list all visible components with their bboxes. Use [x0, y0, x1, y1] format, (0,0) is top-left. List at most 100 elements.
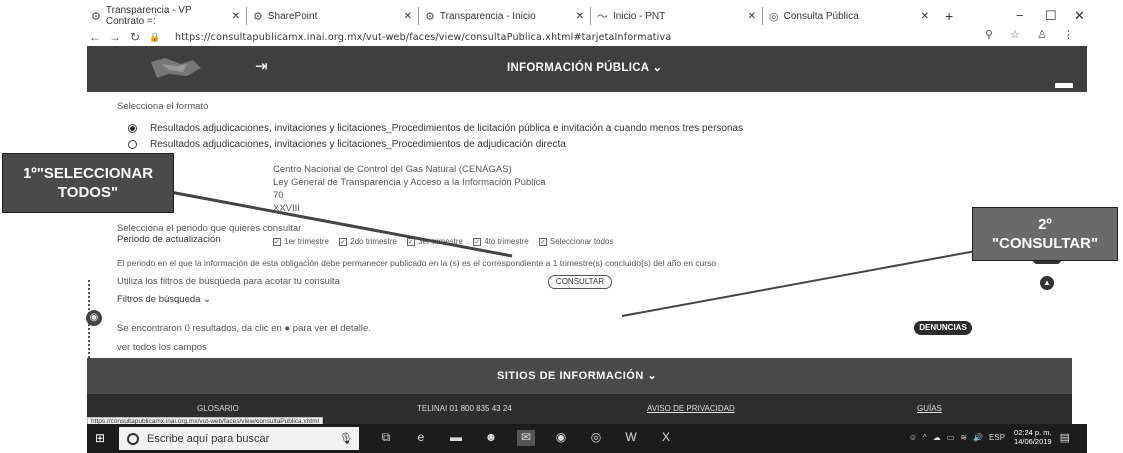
close-icon[interactable]: ✕ — [398, 11, 412, 22]
people-tray-icon[interactable]: ☺ — [909, 433, 917, 442]
forward-icon[interactable]: → — [105, 30, 125, 44]
outlook-icon[interactable]: ✉ — [517, 430, 535, 446]
period-4[interactable]: ✓ 4to trimestre — [473, 237, 529, 246]
radio-licitacion-label[interactable]: Resultados adjudicaciones, invitaciones … — [150, 123, 743, 134]
close-icon[interactable]: ✕ — [742, 11, 756, 22]
callout-step-2-line2: "CONSULTAR" — [991, 235, 1099, 252]
see-all-fields-link[interactable]: ver todos los campos — [117, 342, 207, 353]
clock[interactable]: 02:24 p. m. 14/06/2019 — [1014, 428, 1052, 446]
task-view-icon[interactable]: ⧉ — [377, 430, 395, 446]
maximize-icon[interactable]: ☐ — [1045, 8, 1057, 24]
checkbox-checked-icon: ✓ — [339, 237, 348, 246]
format-label: Selecciona el formato — [117, 101, 209, 112]
checkbox-checked-icon: ✓ — [407, 237, 416, 246]
wifi-icon[interactable]: ≋ — [960, 433, 967, 442]
clock-time: 02:24 p. m. — [1014, 428, 1052, 437]
telinai-text: TELINAI 01 800 835 43 24 — [417, 404, 512, 413]
language-indicator[interactable]: ESP — [989, 433, 1005, 442]
tab-sharepoint[interactable]: ⚙ SharePoint ✕ — [247, 7, 419, 25]
period-3[interactable]: ✓ 3er trimestre — [407, 237, 463, 246]
chevron-up-icon[interactable]: ^ — [923, 433, 927, 442]
media-icon[interactable]: ◉ — [552, 430, 570, 446]
back-icon[interactable]: ← — [85, 30, 105, 44]
period-label-all: Seleccionar todos — [549, 237, 614, 246]
callout-step-2: 2º "CONSULTAR" — [972, 207, 1118, 261]
tab-consulta-publica[interactable]: ◎ Consulta Pública ✕ — [763, 7, 935, 25]
site-header: ⇥ INFORMACIÓN PÚBLICA ⌄ — [87, 46, 1087, 92]
windows-start-icon[interactable]: ⊞ — [95, 431, 109, 445]
close-icon[interactable]: ✕ — [226, 11, 240, 22]
sitios-informacion-menu[interactable]: SITIOS DE INFORMACIÓN ⌄ — [497, 369, 657, 382]
period-label: Periodo de actualización — [117, 234, 221, 245]
fraccion: XXVIII — [273, 203, 300, 214]
filters-hint: Utiliza los filtros de búsqueda para aco… — [117, 276, 340, 287]
sitios-band: SITIOS DE INFORMACIÓN ⌄ — [87, 358, 1072, 394]
aviso-privacidad-link[interactable]: AVISO DE PRIVACIDAD — [647, 404, 735, 413]
star-icon[interactable]: ☆ — [1010, 28, 1020, 41]
excel-icon[interactable]: X — [657, 430, 675, 446]
close-icon[interactable]: ✕ — [915, 11, 929, 22]
login-icon[interactable]: ⇥ — [255, 57, 275, 77]
battery-icon[interactable]: ▭ — [947, 433, 955, 442]
period-prompt: Selecciona el periodo que quieres consul… — [117, 223, 302, 234]
cortana-icon — [127, 432, 139, 445]
period-label-1: 1er trimestre — [284, 237, 329, 246]
tab-transparencia-vp[interactable]: ⚙ Transparencia - VP Contrato =: ✕ — [85, 5, 247, 27]
callout-step-1-line2: TODOS" — [57, 184, 119, 201]
filters-toggle[interactable]: Filtros de búsqueda ⌄ — [117, 294, 211, 305]
close-icon[interactable]: ✕ — [570, 11, 584, 22]
new-tab-icon[interactable]: + — [945, 8, 953, 24]
radio-adjudicacion[interactable] — [128, 140, 137, 149]
tab-transparencia-inicio[interactable]: ⚙ Transparencia - Inicio ✕ — [419, 7, 591, 25]
tab-bar: ⚙ Transparencia - VP Contrato =: ✕ ⚙ Sha… — [85, 5, 1095, 27]
taskbar-search[interactable]: Escribe aquí para buscar 🎙 — [119, 427, 359, 450]
chrome-taskbar-icon[interactable]: ◎ — [587, 430, 605, 446]
menu-icon[interactable]: ⋮ — [1063, 28, 1074, 41]
people-icon[interactable]: ☻ — [482, 430, 500, 446]
close-window-icon[interactable]: ✕ — [1074, 8, 1085, 24]
taskbar-search-placeholder: Escribe aquí para buscar — [147, 432, 270, 445]
microphone-icon[interactable]: 🎙 — [339, 432, 353, 445]
address-bar: ← → ↻ 🔒 https://consultapublicamx.inai.o… — [85, 28, 1095, 46]
glosario-link[interactable]: GLOSARIO — [197, 404, 239, 413]
file-explorer-icon[interactable]: ▬ — [447, 430, 465, 446]
word-icon[interactable]: W — [622, 430, 640, 446]
reload-icon[interactable]: ↻ — [125, 30, 145, 44]
inai-logo — [151, 58, 201, 78]
guias-link[interactable]: GUÍAS — [917, 404, 942, 413]
period-2[interactable]: ✓ 2do trimestre — [339, 237, 397, 246]
arrow-to-consultar — [621, 245, 1004, 317]
checkbox-checked-icon: ✓ — [273, 237, 281, 246]
tab-title: Transparencia - VP Contrato =: — [105, 5, 192, 27]
tab-inicio-pnt[interactable]: 〜 Inicio - PNT ✕ — [591, 7, 763, 25]
volume-icon[interactable]: 🔊 — [973, 433, 983, 442]
arrow-up-icon[interactable]: ▲ — [1040, 276, 1054, 290]
consultar-button[interactable]: CONSULTAR — [548, 275, 612, 289]
sujeto-obligado: Centro Nacional de Control del Gas Natur… — [273, 164, 512, 175]
network-icon[interactable]: ☁ — [933, 433, 941, 442]
gear-icon: ⚙ — [91, 10, 101, 23]
results-text: Se encontraron 0 resultados, da clic en … — [117, 323, 371, 334]
url-field[interactable]: https://consultapublicamx.inai.org.mx/vu… — [175, 32, 671, 43]
period-label-2: 2do trimestre — [350, 237, 397, 246]
edge-icon[interactable]: e — [412, 430, 430, 446]
radio-adjudicacion-label[interactable]: Resultados adjudicaciones, invitaciones … — [150, 139, 566, 150]
notifications-icon[interactable]: ▤ — [1060, 431, 1070, 444]
informacion-publica-menu[interactable]: INFORMACIÓN PÚBLICA ⌄ — [507, 60, 662, 74]
checkbox-checked-icon: ✓ — [473, 237, 482, 246]
period-notice: El periodo en el que la información de e… — [117, 258, 717, 268]
period-1[interactable]: ✓ 1er trimestre — [273, 237, 329, 246]
clock-date: 14/06/2019 — [1014, 437, 1052, 446]
zoom-icon[interactable]: ⚲ — [985, 28, 993, 41]
chrome-icon: ◎ — [769, 10, 779, 23]
minimize-icon[interactable]: − — [1016, 8, 1024, 23]
radio-licitacion[interactable] — [128, 124, 137, 133]
accessibility-icon[interactable]: ◉ — [86, 310, 102, 326]
header-corner-mark — [1055, 83, 1073, 88]
denuncias-button[interactable]: DENUNCIAS — [914, 321, 972, 335]
period-select-all[interactable]: ✓ Seleccionar todos — [538, 237, 614, 246]
callout-step-1: 1º"SELECCIONAR TODOS" — [2, 153, 174, 213]
ley: Ley General de Transparencia y Acceso a … — [273, 177, 546, 188]
profile-icon[interactable]: ♙ — [1037, 28, 1047, 41]
tab-title: Inicio - PNT — [613, 10, 666, 22]
